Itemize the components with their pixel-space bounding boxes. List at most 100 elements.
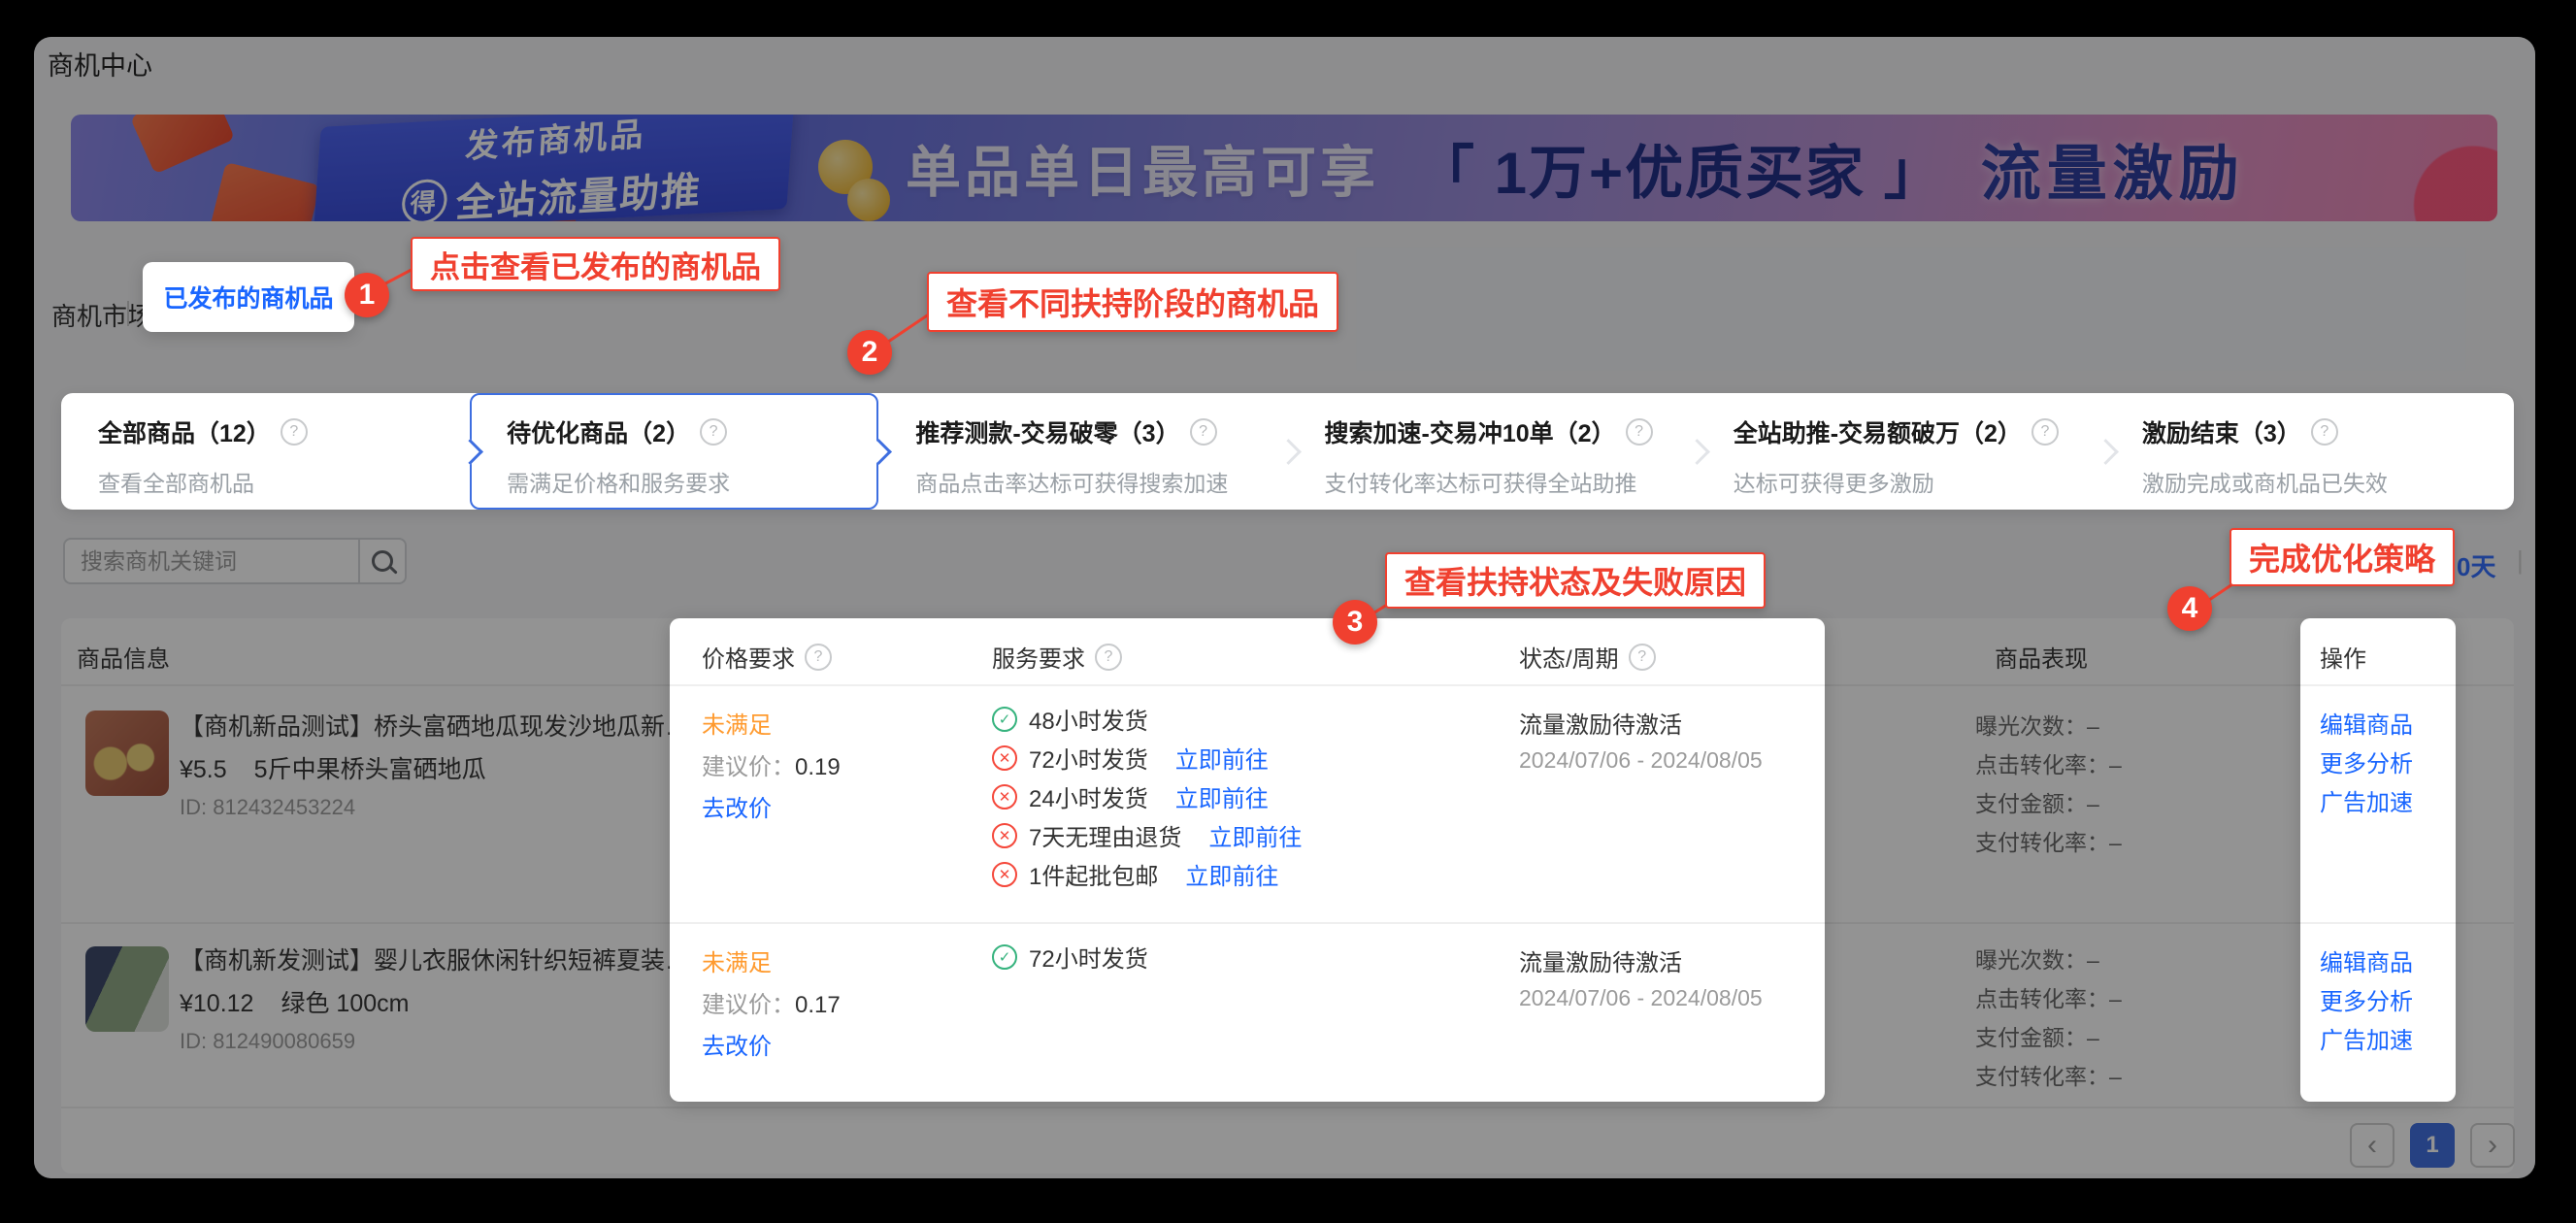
perf-pay-rate: 支付转化率：–: [1975, 824, 2122, 857]
stage-tab-to-optimize[interactable]: 待优化商品（2）? 需满足价格和服务要求: [470, 393, 878, 510]
stage-tab-title: 搜索加速-交易冲10单（2）: [1325, 414, 1616, 449]
suggest-price-value: 0.17: [795, 992, 841, 1018]
stage-tab-title: 激励结束（3）: [2142, 414, 2301, 449]
banner-headline-mid: 「 1万+优质买家 」: [1416, 126, 1944, 211]
tab-published-items[interactable]: 已发布的商机品: [143, 262, 354, 332]
change-price-link[interactable]: 去改价: [702, 789, 772, 823]
stage-tab-search-boost[interactable]: 搜索加速-交易冲10单（2）? 支付转化率达标可获得全站助推: [1288, 393, 1697, 510]
col-header-actions: 操作: [2320, 640, 2366, 674]
product-title[interactable]: 【商机新发测试】婴儿衣服休闲针织短裤夏装男...: [180, 942, 704, 976]
question-icon[interactable]: ?: [2031, 418, 2059, 446]
suggest-price-line: 建议价：0.19: [702, 747, 841, 781]
col-header-product: 商品信息: [77, 640, 170, 674]
stage-tabbar: 全部商品（12）? 查看全部商机品 待优化商品（2）? 需满足价格和服务要求 推…: [61, 393, 2514, 510]
go-now-link[interactable]: 立即前往: [1175, 779, 1269, 813]
perf-pay-rate: 支付转化率：–: [1975, 1058, 2122, 1091]
service-item: ✕ 72小时发货 立即前往: [992, 741, 1269, 775]
pagination-prev-button[interactable]: ‹: [2350, 1123, 2394, 1168]
question-icon[interactable]: ?: [281, 418, 308, 446]
incentive-period: 2024/07/06 - 2024/08/05: [1519, 747, 1763, 774]
service-text: 72小时发货: [1029, 940, 1148, 974]
red-envelope-icon: [130, 115, 235, 175]
annotation4-callout: 完成优化策略: [2229, 528, 2455, 586]
price-status-badge: 未满足: [702, 706, 772, 740]
question-icon[interactable]: ?: [1629, 644, 1656, 671]
stage-tab-desc: 需满足价格和服务要求: [507, 465, 878, 498]
col-header-service: 服务要求?: [992, 640, 1122, 674]
suggest-price-label: 建议价：: [702, 754, 795, 780]
price-status-badge: 未满足: [702, 943, 772, 977]
suggest-price-value: 0.19: [795, 754, 841, 780]
question-icon[interactable]: ?: [1095, 644, 1122, 671]
stage-tab-title: 推荐测款-交易破零（3）: [915, 414, 1179, 449]
product-image[interactable]: [85, 946, 169, 1032]
cross-circle-icon: ✕: [992, 823, 1017, 848]
stage-tab-title: 待优化商品（2）: [507, 414, 690, 449]
change-price-link[interactable]: 去改价: [702, 1027, 772, 1061]
col-header-price: 价格要求?: [702, 640, 832, 674]
product-price-line: ¥10.12 绿色 100cm: [180, 984, 409, 1019]
service-item: ✕ 24小时发货 立即前往: [992, 779, 1269, 813]
question-icon[interactable]: ?: [805, 644, 832, 671]
requirements-spotlight-panel: 价格要求? 服务要求? 状态/周期? 未满足 建议价：0.19 去改价 ✓ 48…: [670, 618, 1825, 1102]
perf-exposure: 曝光次数：–: [1975, 708, 2099, 741]
product-spec: 绿色 100cm: [281, 990, 409, 1017]
stage-tab-desc: 商品点击率达标可获得搜索加速: [915, 465, 1287, 498]
annotation4-number-badge: 4: [2167, 586, 2212, 631]
stage-tab-recommend-test[interactable]: 推荐测款-交易破零（3）? 商品点击率达标可获得搜索加速: [878, 393, 1287, 510]
product-title[interactable]: 【商机新品测试】桥头富硒地瓜现发沙地瓜新鲜...: [180, 708, 704, 743]
banner-badge-line1: 发布商机品: [464, 115, 647, 167]
product-id: ID: 812490080659: [180, 1029, 355, 1054]
search-input[interactable]: [63, 538, 358, 584]
chevron-left-icon: ‹: [2367, 1129, 2377, 1162]
edit-product-link[interactable]: 编辑商品: [2320, 943, 2413, 977]
question-icon[interactable]: ?: [1190, 418, 1217, 446]
pagination-page-1[interactable]: 1: [2410, 1123, 2455, 1168]
ad-boost-link[interactable]: 广告加速: [2320, 1021, 2413, 1055]
pagination-next-button[interactable]: ›: [2470, 1123, 2515, 1168]
service-text: 72小时发货: [1029, 741, 1148, 775]
banner-headline-right: 流量激励: [1981, 124, 2245, 212]
service-item: ✓ 48小时发货: [992, 702, 1148, 736]
more-analysis-link[interactable]: 更多分析: [2320, 744, 2413, 778]
search-button[interactable]: [358, 538, 407, 584]
stage-tab-sitewide-push[interactable]: 全站助推-交易额破万（2）? 达标可获得更多激励: [1697, 393, 2105, 510]
col-header-status-label: 状态/周期: [1519, 640, 1619, 674]
app-window: 商机中心 发布商机品 得 全站流量助推 单品单日最高可享 「 1万+优质买家 」…: [34, 37, 2535, 1178]
tab-business-market[interactable]: 商机市场: [51, 297, 152, 333]
edit-product-link[interactable]: 编辑商品: [2320, 706, 2413, 740]
product-price-line: ¥5.55斤中果桥头富硒地瓜: [180, 750, 486, 785]
service-text: 7天无理由退货: [1029, 818, 1181, 852]
product-image[interactable]: [85, 711, 169, 796]
question-icon[interactable]: ?: [700, 418, 727, 446]
perf-click-rate: 点击转化率：–: [1975, 980, 2122, 1013]
red-envelope-icon: [210, 162, 320, 221]
banner-badge: 发布商机品 得 全站流量助推: [314, 115, 794, 221]
stage-tab-title: 全站助推-交易额破万（2）: [1734, 414, 2022, 449]
go-now-link[interactable]: 立即前往: [1208, 818, 1302, 852]
perf-click-rate: 点击转化率：–: [1975, 746, 2122, 779]
ad-boost-link[interactable]: 广告加速: [2320, 783, 2413, 817]
product-price: ¥10.12: [180, 990, 253, 1017]
search-icon: [372, 550, 393, 572]
stage-tab-desc: 激励完成或商机品已失效: [2142, 465, 2514, 498]
cross-circle-icon: ✕: [992, 862, 1017, 887]
banner-badge-line2-text: 全站流量助推: [454, 158, 704, 221]
check-circle-icon: ✓: [992, 707, 1017, 732]
incentive-period: 2024/07/06 - 2024/08/05: [1519, 985, 1763, 1011]
col-header-price-label: 价格要求: [702, 640, 795, 674]
question-icon[interactable]: ?: [2311, 418, 2338, 446]
annotation1-number-badge: 1: [345, 273, 389, 317]
col-header-performance: 商品表现: [1995, 640, 2088, 674]
go-now-link[interactable]: 立即前往: [1185, 857, 1278, 891]
go-now-link[interactable]: 立即前往: [1175, 741, 1269, 775]
promo-banner[interactable]: 发布商机品 得 全站流量助推 单品单日最高可享 「 1万+优质买家 」 流量激励: [71, 115, 2497, 221]
stage-tab-incentive-end[interactable]: 激励结束（3）? 激励完成或商机品已失效: [2105, 393, 2514, 510]
stage-tab-desc: 支付转化率达标可获得全站助推: [1325, 465, 1697, 498]
cross-circle-icon: ✕: [992, 745, 1017, 771]
stage-tab-all[interactable]: 全部商品（12）? 查看全部商机品: [61, 393, 470, 510]
question-icon[interactable]: ?: [1626, 418, 1653, 446]
remaining-days-partial-text: 0天: [2457, 547, 2495, 583]
service-text: 1件起批包邮: [1029, 857, 1158, 891]
more-analysis-link[interactable]: 更多分析: [2320, 982, 2413, 1016]
